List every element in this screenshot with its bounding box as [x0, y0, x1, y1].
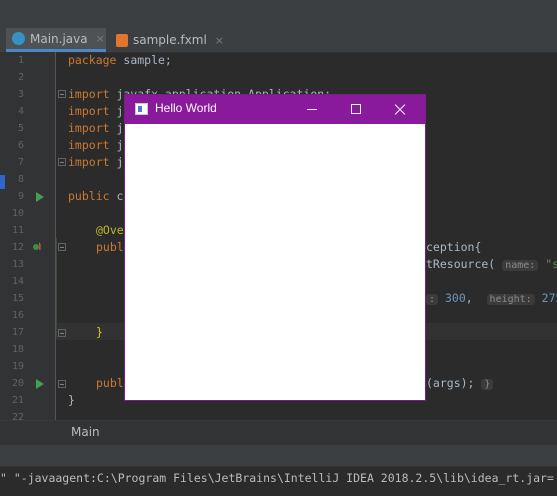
tool-window-header: [0, 444, 557, 466]
line-number: 15: [11, 293, 24, 304]
code-line: @Ove: [96, 222, 124, 239]
code-text: j: [109, 104, 124, 118]
tab-label: sample.fxml: [132, 33, 207, 47]
fold-marker[interactable]: [58, 380, 66, 388]
line-number: 3: [17, 89, 24, 100]
string-literal: "sa: [545, 257, 557, 271]
keyword: publ: [96, 376, 124, 390]
annotation: @Ove: [96, 223, 124, 237]
minimize-button[interactable]: [289, 95, 335, 124]
line-number-gutter[interactable]: 1 2 3 4 5 6 7 8 9 10 11 12 13 14 15 16 1…: [0, 52, 56, 423]
run-main-icon[interactable]: [36, 379, 44, 389]
ide-toolbar: [0, 0, 557, 29]
tab-label: Main.java: [30, 31, 88, 46]
parameter-hint: name:: [502, 260, 539, 271]
override-method-icon[interactable]: [32, 241, 42, 251]
window-title-bar[interactable]: Hello World: [125, 95, 425, 124]
maximize-button[interactable]: [333, 95, 379, 124]
code-text: j: [109, 155, 124, 169]
breadcrumb-item[interactable]: Main: [71, 425, 100, 439]
run-console[interactable]: " "-javaagent:C:\Program Files\JetBrains…: [0, 466, 557, 496]
parameter-hint: height:: [486, 294, 535, 305]
code-line: public c: [68, 188, 123, 205]
window-title: Hello World: [155, 101, 217, 115]
keyword: import: [68, 121, 110, 135]
line-number: 18: [11, 344, 24, 355]
line-number: 21: [11, 395, 24, 406]
line-number: 13: [11, 259, 24, 270]
line-number: 11: [11, 225, 24, 236]
code-text: j: [109, 121, 124, 135]
keyword: publ: [96, 240, 124, 254]
line-number: 19: [11, 361, 24, 372]
code-line: publ: [96, 239, 124, 256]
line-number: 14: [11, 276, 24, 287]
tab-main-java[interactable]: Main.java ×: [6, 28, 106, 52]
number-literal: 300: [444, 291, 466, 305]
line-number: 1: [17, 55, 24, 66]
fold-marker[interactable]: [58, 158, 66, 166]
code-text: }: [68, 393, 75, 407]
number-literal: 275: [541, 291, 557, 305]
java-class-icon: [12, 32, 25, 45]
line-number: 4: [17, 106, 24, 117]
code-line: tResource( name: "sa: [426, 256, 557, 273]
line-number: 2: [17, 72, 24, 83]
folded-region[interactable]: }: [481, 379, 494, 390]
line-number: 9: [17, 191, 24, 202]
line-number: 17: [11, 327, 24, 338]
line-number: 16: [11, 310, 24, 321]
code-line: : 300, height: 275));: [426, 290, 557, 307]
tab-sample-fxml[interactable]: sample.fxml ×: [110, 28, 224, 52]
code-text: (args);: [426, 376, 475, 390]
code-text: tResource(: [426, 257, 496, 271]
line-number: 10: [11, 208, 24, 219]
line-number: 12: [11, 242, 24, 253]
line-number: 20: [11, 378, 24, 389]
code-line: import j: [68, 120, 123, 137]
close-icon[interactable]: ×: [215, 34, 224, 47]
code-line: package sample;: [68, 52, 172, 69]
code-text: j: [109, 138, 124, 152]
editor-tab-bar: Main.java × sample.fxml ×: [0, 28, 557, 53]
fold-marker[interactable]: [58, 329, 66, 337]
breadcrumb[interactable]: Main: [0, 420, 557, 444]
fold-marker[interactable]: [58, 243, 66, 251]
bookmark-marker: [0, 175, 5, 189]
fxml-file-icon: [116, 33, 128, 47]
keyword: import: [68, 138, 110, 152]
line-number: 6: [17, 140, 24, 151]
keyword: import: [68, 155, 110, 169]
line-number: 5: [17, 123, 24, 134]
code-text: ,: [465, 291, 473, 305]
code-line: ception{: [426, 239, 481, 256]
close-icon[interactable]: ×: [96, 32, 105, 45]
code-line: publ: [96, 375, 124, 392]
code-text: ception{: [426, 240, 482, 254]
code-text: c: [109, 189, 124, 203]
fold-marker[interactable]: [58, 90, 66, 98]
console-output: " "-javaagent:C:\Program Files\JetBrains…: [0, 471, 554, 485]
code-line: (args); }: [426, 375, 494, 392]
brace-match: }: [96, 325, 103, 339]
parameter-hint: :: [426, 294, 439, 305]
code-line: import j: [68, 103, 123, 120]
close-button[interactable]: [377, 95, 423, 124]
keyword: import: [68, 104, 110, 118]
code-line: }: [96, 324, 103, 341]
keyword: package: [68, 53, 117, 67]
keyword: import: [68, 87, 110, 101]
code-line: }: [68, 392, 75, 409]
hello-world-window[interactable]: Hello World: [124, 94, 426, 401]
code-line: import j: [68, 154, 123, 171]
app-window-icon: [135, 103, 148, 115]
run-class-icon[interactable]: [36, 192, 44, 202]
line-number: 7: [17, 157, 24, 168]
code-line: import j: [68, 137, 123, 154]
code-text: sample;: [116, 53, 172, 67]
keyword: public: [68, 189, 110, 203]
